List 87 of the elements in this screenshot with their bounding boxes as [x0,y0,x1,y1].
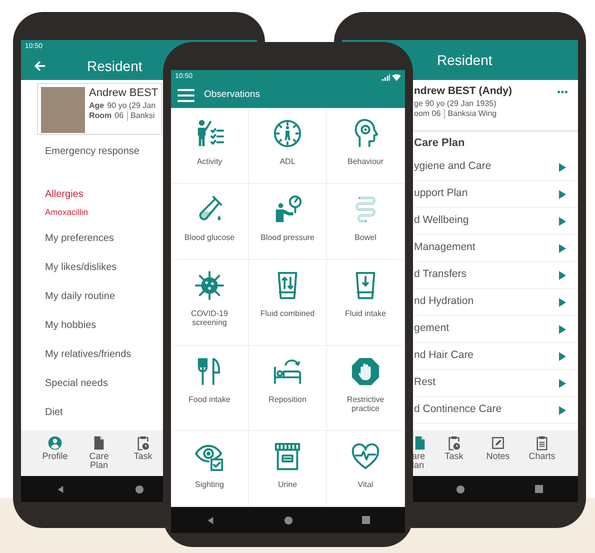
wifi-icon [392,74,401,80]
wing-value: Banksi [126,110,155,121]
caret-icon [559,324,566,334]
observation-tile[interactable]: Sighting [171,430,249,507]
photo-placeholder [41,87,85,133]
observation-tile[interactable]: Reposition [249,346,327,431]
pencil-square-icon [490,435,506,451]
menu-item[interactable]: My preferences [37,224,162,253]
observation-tile[interactable]: ADL [249,108,327,184]
nav-tab[interactable]: Care Plan [77,435,121,471]
observation-tile[interactable]: Fluid intake [327,260,405,346]
room-label: Room [89,110,112,121]
caret-icon [559,162,566,172]
home-icon[interactable] [456,484,465,494]
menu-item[interactable]: Rest [414,370,578,397]
person-icon [47,435,63,451]
back-icon[interactable] [56,484,65,494]
observation-tile[interactable]: Bowel [327,184,405,260]
menu-item[interactable]: My hobbies [37,311,162,340]
nav-tab[interactable]: Profile [33,435,77,462]
menu-item[interactable]: Emergency response [37,137,162,166]
clipboard-clock-icon [446,435,462,451]
caret-icon [559,352,566,360]
menu-item[interactable]: d Continence Care [414,397,578,424]
more-icon[interactable] [557,90,568,94]
observation-tile[interactable]: Blood glucose [171,184,249,260]
heart-pulse-icon [350,440,381,472]
observation-tile[interactable]: Restrictive practice [327,346,405,431]
age-label: Age [89,100,104,111]
caret-icon [559,298,566,306]
menu-item[interactable]: gement [414,316,578,343]
observation-tile[interactable]: Food intake [171,346,249,431]
clock-person-icon [272,118,303,149]
caret-icon [559,406,566,414]
caret-icon [559,190,566,198]
menu-item[interactable]: upport Plan [414,181,578,208]
observation-tile[interactable]: Vital [327,430,405,507]
menu-icon[interactable] [177,88,195,102]
container-icon [272,440,303,472]
caret-icon [559,270,566,280]
signal-icon [382,74,390,80]
observation-tile[interactable]: Behaviour [327,108,405,184]
menu-item[interactable]: My daily routine [37,282,162,311]
back-icon[interactable] [206,516,215,524]
observation-tile[interactable]: Blood pressure [249,184,327,260]
menu-item[interactable]: ygiene and Care [414,154,578,181]
age-value: ge 90 yo (29 Jan 1935) [414,98,498,110]
home-icon[interactable] [135,484,144,494]
menu-item[interactable]: nd Hydration [414,289,578,316]
section-heading: Care Plan [414,136,466,151]
menu-item[interactable]: d Transfers [414,262,578,289]
screen-title: Observations [204,88,260,102]
caret-icon [559,378,566,388]
menu-item[interactable]: Management [414,235,578,262]
menu-item[interactable]: My likes/dislikes [37,253,162,282]
caret-icon [559,216,566,226]
observation-tile[interactable]: Fluid combined [249,260,327,346]
recents-icon[interactable] [362,516,370,524]
nav-tab[interactable]: Notes [476,435,520,462]
caret-icon [559,244,566,252]
virus-icon [194,270,225,302]
observation-tile[interactable]: Urine [249,430,327,507]
menu-item[interactable]: Special needs [37,369,162,398]
menu-item[interactable]: Diet [37,398,162,427]
resident-name: ndrew BEST (Andy) [414,85,512,99]
screen-title: Resident [87,56,142,76]
age-value: 90 yo (29 Jan [107,100,156,111]
menu-item[interactable]: nd Hair Care [414,343,578,370]
allergies-heading: Allergies [44,188,84,202]
menu-item[interactable]: My relatives/friends [37,340,162,369]
wing-value: Banksia Wing [444,109,497,120]
observation-tile[interactable]: COVID-19 screening [171,260,249,346]
nav-tab[interactable]: Task [121,435,165,462]
clipboard-clock-icon [135,435,151,451]
observation-tile[interactable]: Activity [171,108,249,184]
clipboard-list-icon [534,435,550,451]
nav-tab[interactable]: Charts [520,435,564,462]
nav-tab[interactable]: Task [432,435,476,462]
home-icon[interactable] [284,516,293,524]
stop-hand-icon [350,356,381,387]
back-arrow-icon[interactable] [33,59,47,73]
screen-title: Resident [437,50,492,70]
menu-item[interactable]: d Wellbeing [414,208,578,235]
room-value: oom 06 [414,109,441,120]
resident-name: Andrew BEST [89,87,158,101]
allergy-item: Amoxacillin [44,206,89,219]
room-value: 06 [114,110,124,121]
